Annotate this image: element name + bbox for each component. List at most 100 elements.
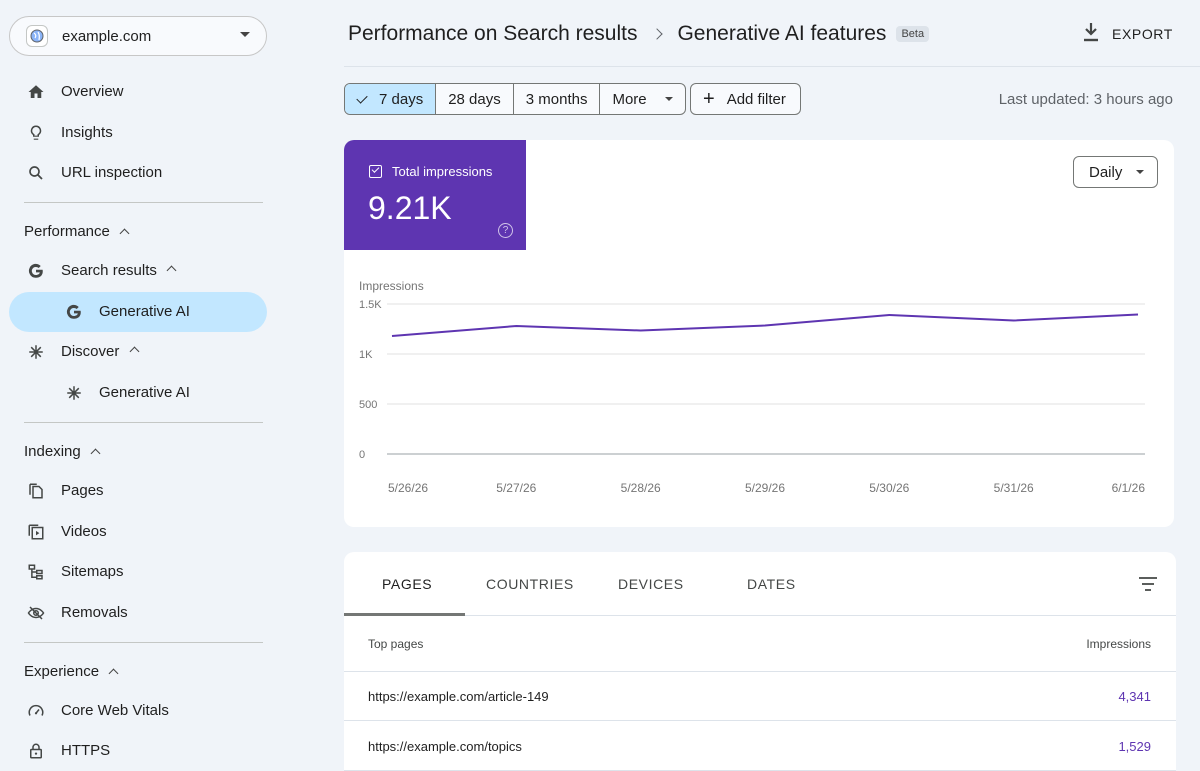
- filter-list-icon[interactable]: [1138, 576, 1158, 597]
- column-header-pages[interactable]: Top pages: [368, 637, 423, 651]
- nav-pages-label: Pages: [61, 482, 104, 499]
- x-tick-label: 5/26/26: [388, 481, 428, 495]
- range-more[interactable]: More: [599, 84, 684, 114]
- help-icon[interactable]: ?: [498, 223, 513, 238]
- section-indexing-label: Indexing: [24, 443, 81, 460]
- section-experience-label: Experience: [24, 663, 100, 680]
- nav-discover-generative-ai-label: Generative AI: [99, 384, 190, 401]
- check-icon: [356, 91, 368, 104]
- property-selector[interactable]: example.com: [9, 16, 267, 56]
- nav-sitemaps[interactable]: Sitemaps: [9, 552, 267, 592]
- add-filter-button[interactable]: + Add filter: [690, 83, 801, 115]
- table-card: PAGES COUNTRIES DEVICES DATES Top pages …: [344, 552, 1176, 771]
- nav-discover-label: Discover: [61, 343, 120, 360]
- download-icon: [1082, 22, 1100, 45]
- google-g-icon: [64, 302, 84, 322]
- table-tabs: PAGES COUNTRIES DEVICES DATES: [344, 552, 1176, 616]
- x-tick-label: 6/1/26: [1112, 481, 1146, 495]
- range-more-label: More: [612, 90, 647, 108]
- chevron-up-icon: [108, 668, 119, 679]
- nav-https[interactable]: HTTPS: [9, 731, 267, 771]
- section-performance-label: Performance: [24, 223, 110, 240]
- nav-search-results-label: Search results: [61, 262, 157, 279]
- beta-badge: Beta: [896, 26, 930, 42]
- globe-icon: [26, 25, 48, 47]
- nav-insights[interactable]: Insights: [9, 113, 267, 153]
- add-filter-label: Add filter: [726, 90, 786, 108]
- x-tick-label: 5/27/26: [496, 481, 536, 495]
- lightbulb-icon: [26, 123, 46, 143]
- section-experience[interactable]: Experience: [24, 663, 119, 680]
- export-label: EXPORT: [1112, 25, 1173, 42]
- y-tick-label: 1K: [359, 349, 373, 361]
- nav-search-results[interactable]: Search results: [9, 251, 267, 291]
- chevron-down-icon: [240, 32, 250, 37]
- nav-overview-label: Overview: [61, 83, 124, 100]
- tab-dates[interactable]: DATES: [747, 576, 796, 592]
- nav-sitemaps-label: Sitemaps: [61, 563, 124, 580]
- x-tick-label: 5/31/26: [994, 481, 1034, 495]
- table-header: Top pages Impressions: [344, 617, 1176, 672]
- row-impressions: 4,341: [1118, 689, 1151, 704]
- tab-devices[interactable]: DEVICES: [618, 576, 684, 592]
- range-3-months-label: 3 months: [525, 90, 588, 108]
- nav-pages[interactable]: Pages: [9, 471, 267, 511]
- granularity-select[interactable]: Daily: [1073, 156, 1158, 188]
- sidebar-divider: [24, 422, 263, 423]
- nav-discover-generative-ai[interactable]: Generative AI: [9, 373, 267, 413]
- row-page-url: https://example.com/article-149: [368, 689, 549, 704]
- pages-icon: [26, 481, 46, 501]
- x-tick-label: 5/28/26: [621, 481, 661, 495]
- nav-videos[interactable]: Videos: [9, 512, 267, 552]
- nav-insights-label: Insights: [61, 124, 113, 141]
- range-3-months[interactable]: 3 months: [512, 84, 600, 114]
- tab-pages[interactable]: PAGES: [382, 576, 432, 592]
- chevron-up-icon: [90, 448, 101, 459]
- sidebar-divider: [24, 202, 263, 203]
- y-axis-title: Impressions: [359, 279, 424, 293]
- nav-removals[interactable]: Removals: [9, 593, 267, 633]
- search-icon: [26, 163, 46, 183]
- range-7-days[interactable]: 7 days: [345, 84, 436, 114]
- granularity-label: Daily: [1089, 163, 1123, 181]
- range-7-days-label: 7 days: [379, 90, 424, 108]
- page-title: Generative AI features: [677, 22, 887, 45]
- column-header-impressions[interactable]: Impressions: [1086, 637, 1151, 651]
- nav-videos-label: Videos: [61, 523, 107, 540]
- chevron-up-icon: [119, 228, 130, 239]
- video-icon: [26, 522, 46, 542]
- date-range-selector: 7 days 28 days 3 months More: [344, 83, 686, 115]
- sitemap-icon: [26, 562, 46, 582]
- table-row[interactable]: https://example.com/article-149 4,341: [344, 672, 1176, 721]
- active-tab-indicator: [344, 613, 465, 616]
- nav-core-web-vitals[interactable]: Core Web Vitals: [9, 691, 267, 731]
- nav-search-generative-ai[interactable]: Generative AI: [9, 292, 267, 332]
- nav-url-inspection[interactable]: URL inspection: [9, 153, 267, 193]
- nav-overview[interactable]: Overview: [9, 72, 267, 112]
- nav-url-inspection-label: URL inspection: [61, 164, 163, 181]
- sidebar: example.com Overview Insights URL inspec…: [0, 0, 280, 771]
- total-impressions-metric[interactable]: Total impressions 9.21K ?: [344, 140, 526, 250]
- asterisk-icon: [64, 383, 84, 403]
- asterisk-icon: [26, 342, 46, 362]
- breadcrumb-parent[interactable]: Performance on Search results: [348, 22, 637, 46]
- nav-removals-label: Removals: [61, 604, 128, 621]
- section-indexing[interactable]: Indexing: [24, 443, 101, 460]
- last-updated-text: Last updated: 3 hours ago: [998, 91, 1173, 108]
- export-button[interactable]: EXPORT: [1082, 22, 1173, 45]
- home-icon: [26, 82, 46, 102]
- plus-icon: +: [703, 88, 715, 110]
- y-tick-label: 1.5K: [359, 299, 382, 311]
- section-performance[interactable]: Performance: [24, 223, 130, 240]
- chevron-up-icon: [129, 346, 140, 357]
- x-tick-label: 5/30/26: [869, 481, 909, 495]
- tab-countries[interactable]: COUNTRIES: [486, 576, 574, 592]
- nav-core-web-vitals-label: Core Web Vitals: [61, 702, 169, 719]
- nav-discover[interactable]: Discover: [9, 332, 267, 372]
- y-tick-label: 500: [359, 399, 377, 411]
- table-row[interactable]: https://example.com/topics 1,529: [344, 722, 1176, 771]
- range-28-days[interactable]: 28 days: [435, 84, 513, 114]
- sidebar-divider: [24, 642, 263, 643]
- eye-off-icon: [26, 603, 46, 623]
- impressions-series-line: [391, 313, 1139, 337]
